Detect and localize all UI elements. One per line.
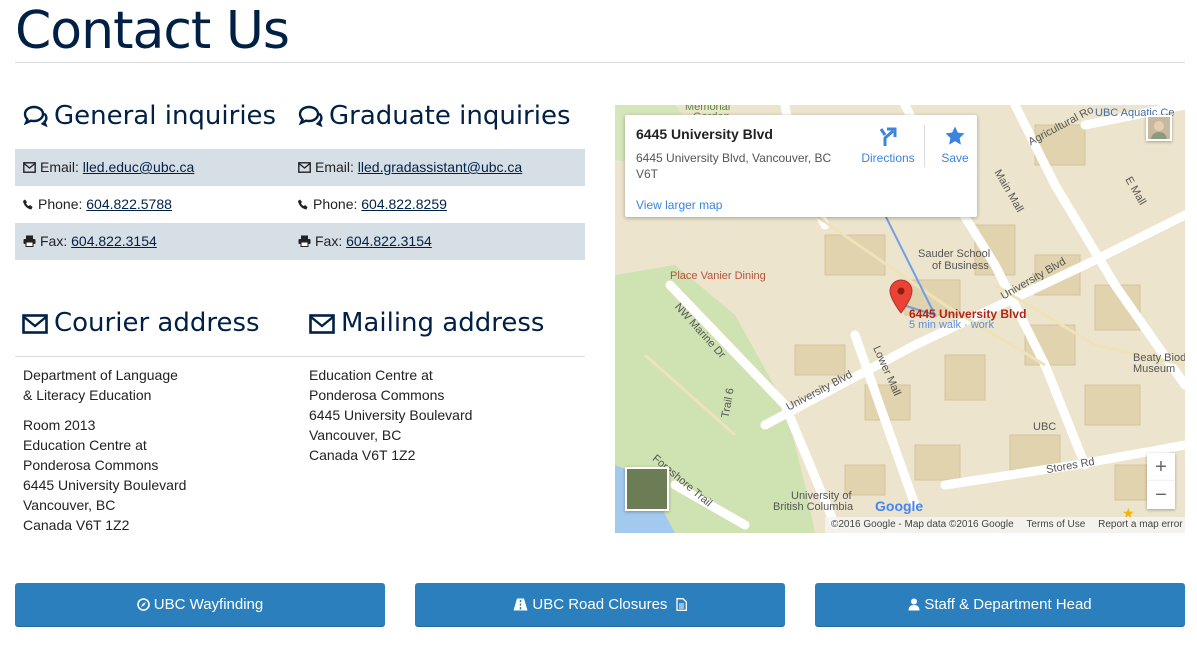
comments-icon — [23, 105, 48, 128]
embedded-map[interactable]: UBC Aquatic Ce Agricultural Ro Memorial … — [615, 105, 1185, 533]
map-footer: ©2016 Google - Map data ©2016 Google Ter… — [825, 517, 1185, 533]
general-inquiries-heading: General inquiries — [22, 100, 276, 132]
general-fax: Fax: 604.822.3154 — [23, 223, 157, 260]
general-email-link[interactable]: lled.educ@ubc.ca — [83, 159, 195, 175]
page-title: Contact Us — [15, 1, 290, 61]
directions-icon — [879, 127, 897, 146]
directions-button[interactable]: Directions — [853, 125, 923, 165]
graduate-email-link[interactable]: lled.gradassistant@ubc.ca — [358, 159, 522, 175]
print-icon — [298, 235, 311, 247]
mailing-address-title: Mailing address — [341, 308, 545, 338]
general-phone: Phone: 604.822.5788 — [23, 186, 172, 223]
place-address: 6445 University Blvd, Vancouver, BC V6T — [636, 151, 832, 181]
envelope-icon — [309, 314, 335, 334]
graduate-inquiries-heading: Graduate inquiries — [297, 100, 571, 132]
envelope-icon — [22, 314, 48, 334]
user-icon — [908, 598, 920, 611]
staff-department-head-button[interactable]: Staff & Department Head — [815, 583, 1185, 627]
courier-address-title: Courier address — [54, 308, 260, 338]
terms-link[interactable]: Terms of Use — [1026, 519, 1085, 530]
graduate-inquiries-title: Graduate inquiries — [329, 101, 571, 131]
courier-address-heading: Courier address — [22, 307, 260, 339]
phone-row: Phone: 604.822.5788 Phone: 604.822.8259 — [15, 186, 585, 223]
general-inquiries-title: General inquiries — [54, 101, 277, 131]
zoom-in-button[interactable]: + — [1147, 453, 1175, 481]
address-divider — [15, 356, 585, 357]
place-card: 6445 University Blvd 6445 University Blv… — [625, 115, 977, 217]
general-phone-link[interactable]: 604.822.5788 — [86, 196, 172, 212]
road-icon — [513, 598, 528, 611]
file-text-icon — [675, 598, 687, 611]
pin-sublabel: 5 min walk · work — [909, 319, 994, 331]
avatar-icon — [1148, 117, 1170, 139]
fax-row: Fax: 604.822.3154 Fax: 604.822.3154 — [15, 223, 585, 260]
card-separator — [924, 125, 925, 167]
star-icon — [945, 126, 965, 145]
general-email: Email: lled.educ@ubc.ca — [23, 149, 194, 186]
graduate-phone-link[interactable]: 604.822.8259 — [361, 196, 447, 212]
graduate-fax-link[interactable]: 604.822.3154 — [346, 233, 432, 249]
satellite-toggle[interactable] — [625, 467, 669, 511]
place-name: 6445 University Blvd — [636, 126, 773, 142]
view-larger-map-link[interactable]: View larger map — [636, 198, 722, 212]
compass-icon — [136, 598, 150, 611]
phone-icon — [23, 199, 33, 210]
mailing-address: Education Centre at Ponderosa Commons 64… — [309, 367, 473, 463]
graduate-email: Email: lled.gradassistant@ubc.ca — [298, 149, 522, 186]
email-row: Email: lled.educ@ubc.ca Email: lled.grad… — [15, 149, 585, 186]
courier-address: Department of Language & Literacy Educat… — [23, 367, 187, 533]
phone-icon — [298, 199, 308, 210]
report-error-link[interactable]: Report a map error — [1098, 519, 1182, 530]
divider — [15, 62, 1185, 63]
zoom-out-button[interactable]: − — [1147, 481, 1175, 509]
general-fax-link[interactable]: 604.822.3154 — [71, 233, 157, 249]
graduate-phone: Phone: 604.822.8259 — [298, 186, 447, 223]
ubc-road-closures-button[interactable]: UBC Road Closures — [415, 583, 785, 627]
print-icon — [23, 235, 36, 247]
envelope-icon — [23, 162, 36, 173]
comments-icon — [298, 105, 323, 128]
save-button[interactable]: Save — [935, 125, 975, 165]
envelope-icon — [298, 162, 311, 173]
user-avatar[interactable] — [1146, 115, 1172, 141]
ubc-wayfinding-button[interactable]: UBC Wayfinding — [15, 583, 385, 627]
mailing-address-heading: Mailing address — [309, 307, 544, 339]
google-logo: Google — [875, 498, 924, 514]
graduate-fax: Fax: 604.822.3154 — [298, 223, 432, 260]
